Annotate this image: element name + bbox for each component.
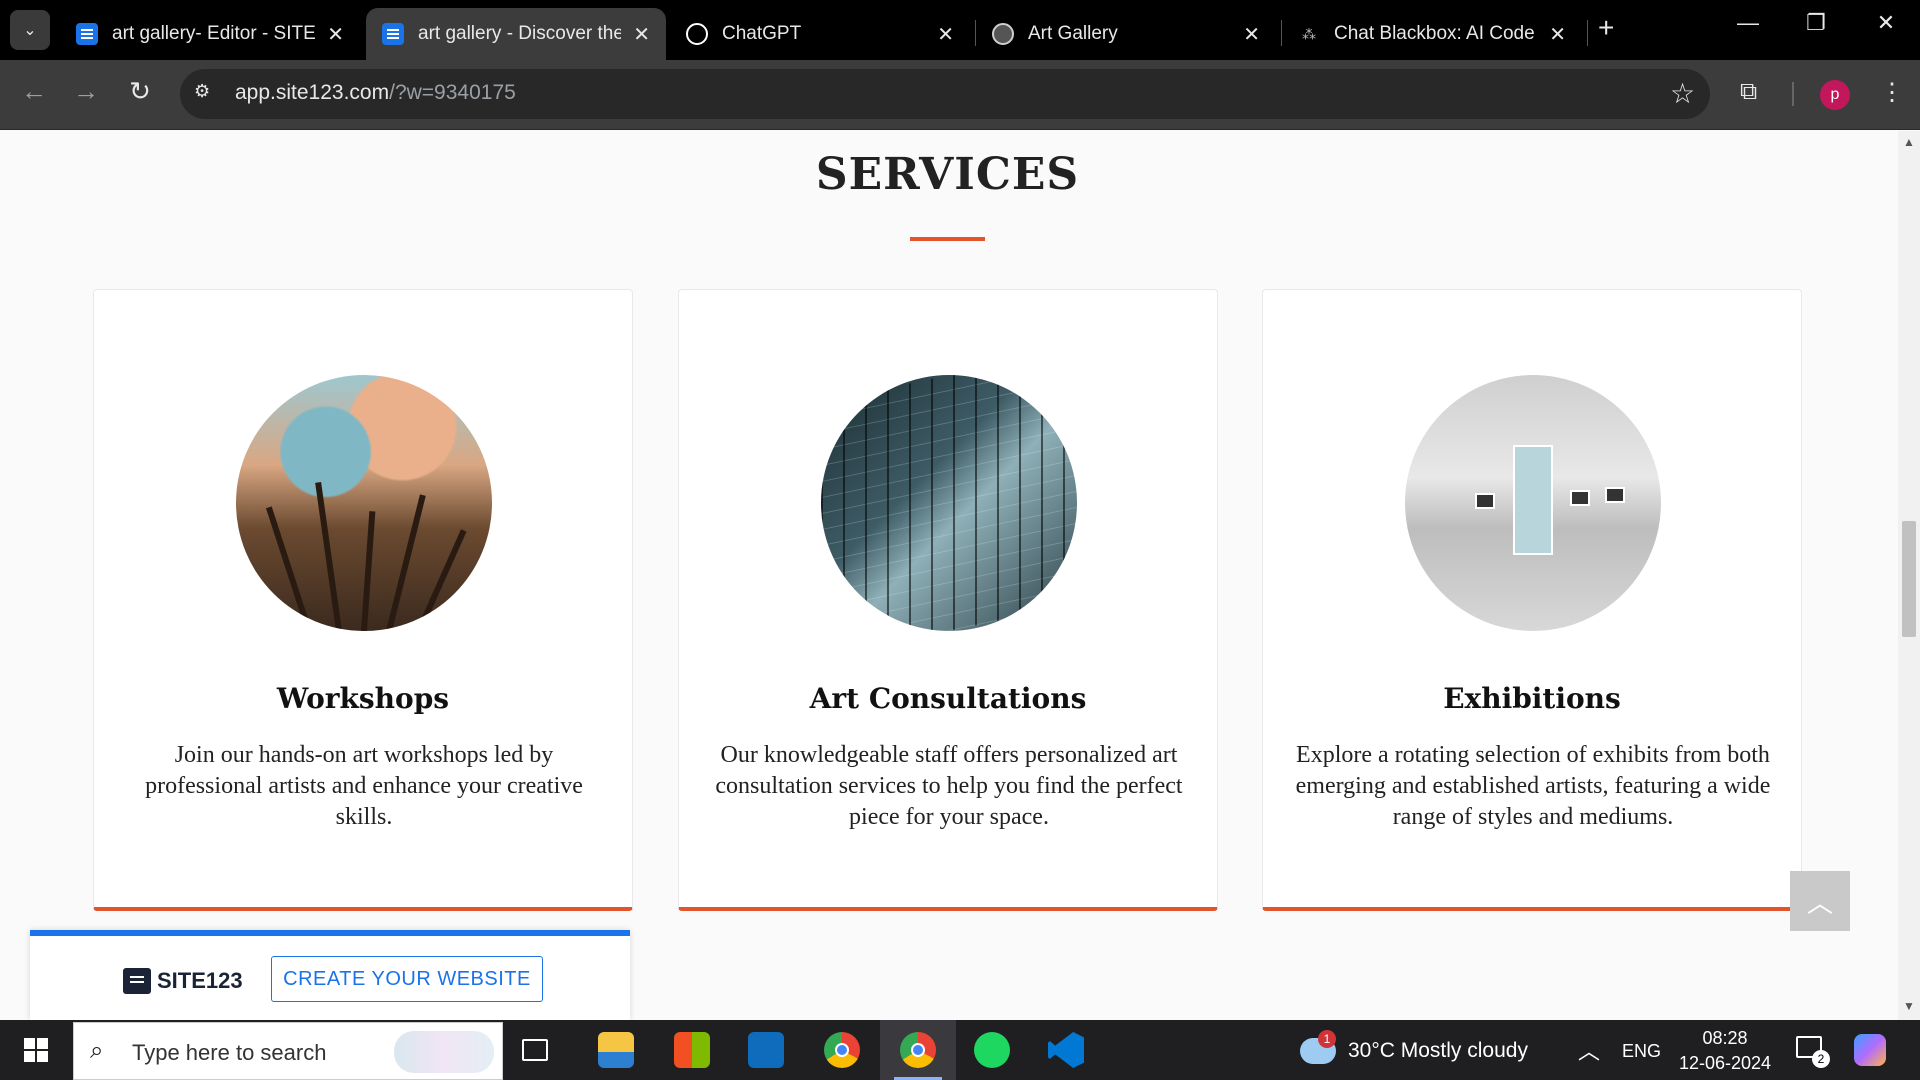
- notification-count-badge: 2: [1812, 1050, 1830, 1068]
- restore-button[interactable]: ❐: [1796, 10, 1836, 36]
- scrollbar-thumb[interactable]: [1902, 521, 1916, 637]
- chrome-profile-icon[interactable]: [894, 1032, 942, 1080]
- tab-title: Art Gallery: [1028, 23, 1118, 44]
- spotify-icon[interactable]: [974, 1032, 1010, 1068]
- card-text: Explore a rotating selection of exhibits…: [1295, 742, 1771, 830]
- minimize-button[interactable]: —: [1728, 10, 1768, 36]
- clock-date: 12-06-2024: [1678, 1053, 1772, 1073]
- menu-kebab-icon[interactable]: ⋮: [1880, 78, 1904, 107]
- card-text: Our knowledgeable staff offers personali…: [715, 742, 1183, 830]
- scroll-down-arrow-icon[interactable]: ▼: [1903, 999, 1915, 1013]
- site123-logo[interactable]: SITE123: [123, 968, 243, 994]
- card-title: Art Consultations: [809, 682, 1087, 715]
- scroll-to-top-button[interactable]: ︿: [1790, 871, 1850, 931]
- toolbar-divider: [1792, 82, 1794, 106]
- service-card-exhibitions: Exhibitions Explore a rotating selection…: [1262, 289, 1802, 911]
- microsoft-store-icon[interactable]: [674, 1032, 710, 1068]
- tab-title: ChatGPT: [722, 23, 802, 44]
- tab-title: art gallery - Discover the: [418, 23, 622, 44]
- tab-separator: [1587, 20, 1588, 46]
- search-icon: ⌕: [90, 1037, 104, 1064]
- weather-badge: 1: [1318, 1030, 1336, 1048]
- chatgpt-icon: [686, 23, 708, 45]
- vscode-icon[interactable]: [1048, 1032, 1084, 1068]
- service-card-consultations: Art Consultations Our knowledgeable staf…: [678, 289, 1218, 911]
- tab-editor[interactable]: art gallery- Editor - SITE1 ✕: [60, 8, 360, 60]
- tab-discover[interactable]: art gallery - Discover the ✕: [366, 8, 666, 60]
- forward-arrow-icon[interactable]: →: [68, 76, 104, 107]
- close-icon[interactable]: ✕: [1549, 22, 1566, 47]
- globe-icon: [992, 23, 1014, 45]
- task-view-icon[interactable]: [522, 1039, 548, 1061]
- back-arrow-icon[interactable]: ←: [16, 76, 52, 107]
- logo-text: SITE123: [157, 968, 243, 993]
- taskbar-search-box[interactable]: ⌕ Type here to search: [73, 1022, 503, 1080]
- url-text[interactable]: app.site123.com/?w=9340175: [235, 81, 516, 105]
- windows-start-icon[interactable]: [24, 1038, 48, 1062]
- browser-toolbar: ← → ↻ ⚙ app.site123.com/?w=9340175 ☆ ⧉ p…: [0, 60, 1920, 130]
- tab-blackbox[interactable]: ⁂ Chat Blackbox: AI Code G ✕: [1282, 8, 1582, 60]
- paint-brushes-photo: [236, 375, 492, 631]
- new-tab-button[interactable]: +: [1598, 12, 1614, 44]
- weather-text[interactable]: 30°C Mostly cloudy: [1348, 1039, 1528, 1063]
- close-icon[interactable]: ✕: [633, 22, 650, 47]
- windows-taskbar: ⌕ Type here to search 1 30°C Mostly clou…: [0, 1020, 1920, 1080]
- tab-title: Chat Blackbox: AI Code G: [1334, 23, 1538, 44]
- close-icon[interactable]: ✕: [937, 22, 954, 47]
- tab-search-button[interactable]: ⌄: [10, 10, 50, 50]
- glass-building-photo: [821, 375, 1077, 631]
- reload-icon[interactable]: ↻: [122, 76, 158, 107]
- docs-icon: [382, 23, 404, 45]
- close-icon[interactable]: ✕: [1243, 22, 1260, 47]
- tab-chatgpt[interactable]: ChatGPT ✕: [670, 8, 970, 60]
- clock[interactable]: 08:28 12-06-2024: [1675, 1026, 1775, 1076]
- address-bar[interactable]: ⚙ app.site123.com/?w=9340175 ☆: [180, 69, 1710, 119]
- service-card-workshops: Workshops Join our hands-on art workshop…: [93, 289, 633, 911]
- card-title: Exhibitions: [1443, 682, 1621, 715]
- docs-icon: [76, 23, 98, 45]
- close-icon[interactable]: ✕: [327, 22, 344, 47]
- chrome-icon[interactable]: [824, 1032, 860, 1068]
- clock-time: 08:28: [1702, 1028, 1748, 1048]
- tray-chevron-up-icon[interactable]: ︿: [1578, 1034, 1600, 1066]
- card-title: Workshops: [276, 682, 450, 715]
- chevron-up-icon: ︿: [1806, 887, 1833, 918]
- language-indicator[interactable]: ENG: [1622, 1041, 1661, 1062]
- card-text: Join our hands-on art workshops led by p…: [145, 742, 583, 830]
- search-placeholder: Type here to search: [132, 1040, 327, 1065]
- site123-promo-banner: SITE123 CREATE YOUR WEBSITE: [30, 930, 630, 1020]
- url-host: app.site123.com: [235, 81, 390, 104]
- section-title: SERVICES: [815, 149, 1080, 200]
- blackbox-icon: ⁂: [1302, 25, 1316, 42]
- profile-avatar[interactable]: p: [1820, 80, 1850, 110]
- page-viewport: SERVICES Workshops Join our hands-on art…: [0, 131, 1920, 1020]
- create-website-button[interactable]: CREATE YOUR WEBSITE: [271, 956, 543, 1002]
- url-path: /?w=9340175: [389, 81, 516, 104]
- browser-tab-strip: ⌄ art gallery- Editor - SITE1 ✕ art gall…: [0, 0, 1920, 60]
- search-highlight-illustration: [394, 1031, 494, 1073]
- extensions-icon[interactable]: ⧉: [1740, 78, 1757, 106]
- site-info-icon[interactable]: ⚙: [194, 81, 220, 107]
- mail-icon[interactable]: [748, 1032, 784, 1068]
- close-window-button[interactable]: ✕: [1866, 10, 1906, 36]
- bookmark-star-icon[interactable]: ☆: [1670, 77, 1695, 110]
- copilot-icon[interactable]: [1854, 1034, 1886, 1066]
- tab-title: art gallery- Editor - SITE1: [112, 23, 316, 44]
- page-scrollbar[interactable]: ▲ ▼: [1898, 131, 1920, 1020]
- title-underline: [910, 237, 985, 241]
- scroll-up-arrow-icon[interactable]: ▲: [1903, 135, 1915, 149]
- gallery-hall-photo: [1405, 375, 1661, 631]
- file-explorer-icon[interactable]: [598, 1032, 634, 1068]
- tab-art-gallery[interactable]: Art Gallery ✕: [976, 8, 1276, 60]
- site123-logo-icon: [123, 968, 151, 994]
